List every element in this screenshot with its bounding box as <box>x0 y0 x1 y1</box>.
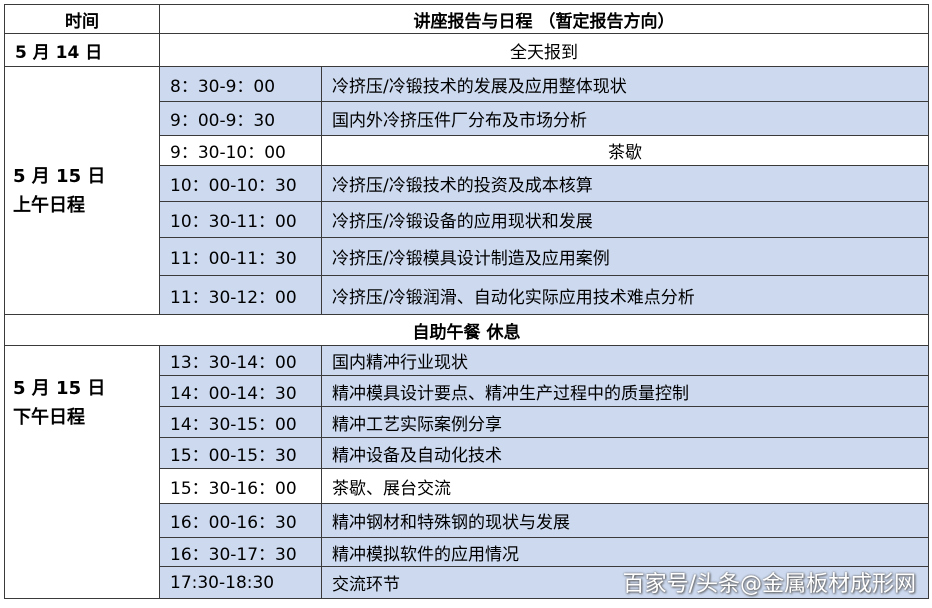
time-cell: 9：30-10：00 <box>159 135 322 166</box>
time-cell: 11：30-12：00 <box>159 275 322 315</box>
day1-date: 5 月 14 日 <box>4 33 160 67</box>
table-row: 5 月 15 日 下午日程 13：30-14：00 国内精冲行业现状 <box>4 345 930 599</box>
time-cell: 11：00-11：30 <box>159 237 322 276</box>
morning-label: 上午日程 <box>13 194 85 216</box>
time-cell: 17:30-18:30 <box>159 566 322 599</box>
time-cell: 14：30-15：00 <box>159 406 322 438</box>
header-agenda: 讲座报告与日程 （暂定报告方向） <box>158 4 930 34</box>
topic-cell: 茶歇、展台交流 <box>320 468 930 504</box>
afternoon-label: 下午日程 <box>13 407 85 428</box>
watermark: 百家号/头条@金属板材成形网 <box>622 572 916 597</box>
topic-cell: 精冲模拟软件的应用情况 <box>320 537 930 567</box>
topic-cell: 冷挤压/冷锻技术的投资及成本核算 <box>320 165 930 202</box>
time-cell: 15：30-16：00 <box>159 468 322 504</box>
topic-cell: 精冲模具设计要点、精冲生产过程中的质量控制 <box>320 375 930 407</box>
topic-cell: 精冲工艺实际案例分享 <box>320 406 930 438</box>
topic-cell: 国内外冷挤压件厂分布及市场分析 <box>320 101 930 136</box>
time-cell: 15：00-15：30 <box>159 437 322 469</box>
afternoon-day-cell: 5 月 15 日 下午日程 <box>4 345 160 599</box>
topic-cell: 冷挤压/冷锻润滑、自动化实际应用技术难点分析 <box>320 275 930 315</box>
time-cell: 16：30-17：30 <box>159 537 322 567</box>
morning-day-cell: 5 月 15 日 上午日程 <box>4 66 160 315</box>
time-cell: 10：00-10：30 <box>159 165 322 202</box>
topic-cell: 冷挤压/冷锻技术的发展及应用整体现状 <box>320 66 930 102</box>
time-cell: 14：00-14：30 <box>159 375 322 407</box>
morning-date: 5 月 15 日 <box>13 165 106 187</box>
topic-cell: 精冲设备及自动化技术 <box>320 437 930 469</box>
day1-event: 全天报到 <box>158 33 930 67</box>
topic-cell: 精冲钢材和特殊钢的现状与发展 <box>320 503 930 538</box>
time-cell: 16：00-16：30 <box>159 503 322 538</box>
lunch-break: 自助午餐 休息 <box>3 314 930 346</box>
time-cell: 9：00-9：30 <box>159 101 322 136</box>
afternoon-date: 5 月 15 日 <box>13 378 106 399</box>
topic-cell: 国内精冲行业现状 <box>320 345 930 376</box>
table-row: 5 月 15 日 上午日程 8：30-9：00 冷挤压/冷锻技术的发展及应用整体… <box>4 66 930 315</box>
topic-cell: 冷挤压/冷锻设备的应用现状和发展 <box>320 201 930 238</box>
header-time: 时间 <box>4 4 160 34</box>
topic-cell: 冷挤压/冷锻模具设计制造及应用案例 <box>320 237 930 276</box>
agenda-table: 时间 讲座报告与日程 （暂定报告方向） 5 月 14 日 全天报到 5 月 15… <box>3 4 930 599</box>
time-cell: 13：30-14：00 <box>159 345 322 376</box>
time-cell: 8：30-9：00 <box>159 66 322 102</box>
time-cell: 10：30-11：00 <box>159 201 322 238</box>
topic-cell: 茶歇 <box>320 135 930 166</box>
